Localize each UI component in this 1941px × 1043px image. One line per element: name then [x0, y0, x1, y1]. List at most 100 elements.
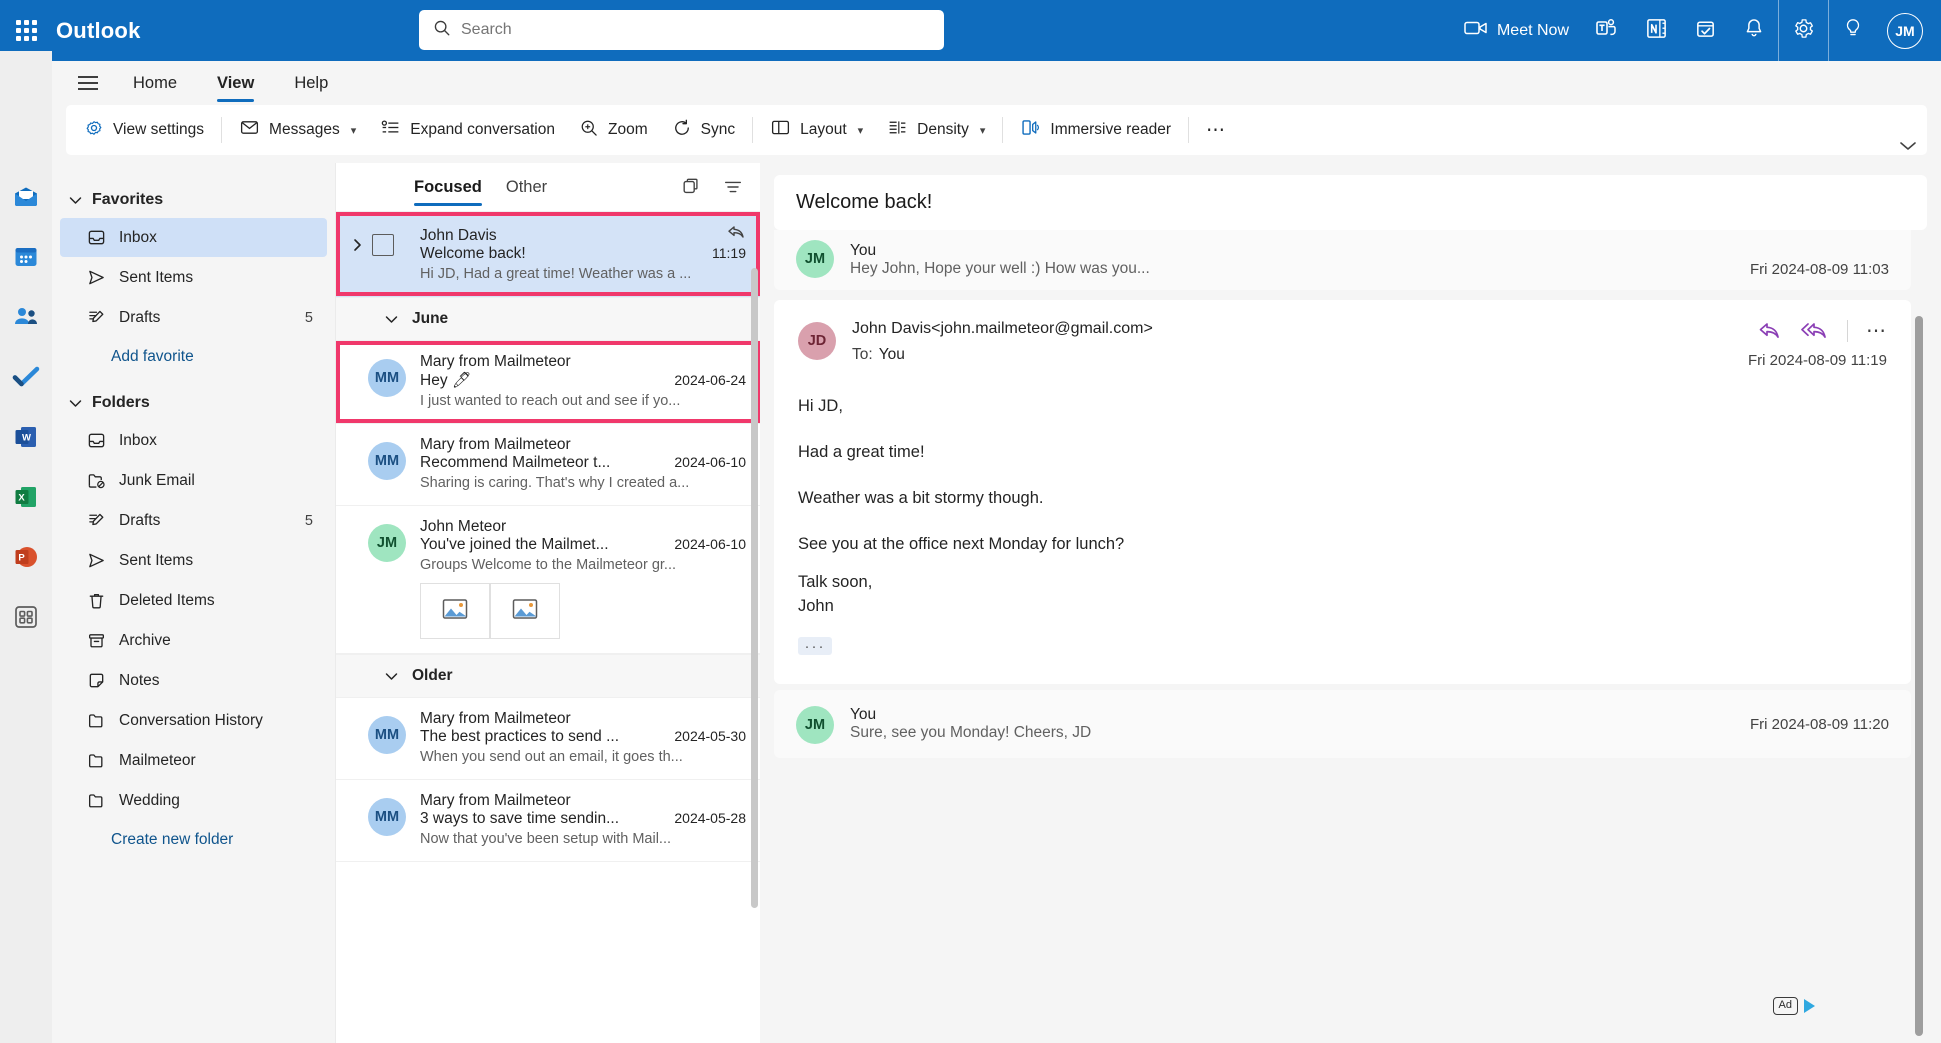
message-subject: Hey 🖊 [420, 372, 472, 389]
sidebar-item-junk-email[interactable]: Junk Email [60, 461, 327, 500]
messages-button[interactable]: Messages ▾ [227, 111, 368, 149]
sidebar-item-mailmeteor[interactable]: Mailmeteor [60, 741, 327, 780]
tab-help[interactable]: Help [277, 61, 345, 105]
people-app-icon [12, 303, 40, 336]
sidebar-item-deleted-items[interactable]: Deleted Items [60, 581, 327, 620]
rail-item-todo[interactable] [4, 357, 48, 401]
ribbon-collapse-icon[interactable] [1899, 139, 1917, 157]
density-button[interactable]: Density ▾ [875, 111, 997, 149]
chevron-right-icon[interactable] [350, 228, 366, 252]
more-actions-icon[interactable]: ⋯ [1866, 321, 1887, 341]
more-options-button[interactable]: ⋯ [1194, 111, 1238, 149]
sidebar-item-label: Deleted Items [119, 591, 215, 609]
list-section-header-june[interactable]: June [336, 297, 760, 341]
attachment-thumbnail[interactable] [420, 583, 490, 639]
list-item-message[interactable]: MM Mary from Mailmeteor The best practic… [336, 698, 760, 780]
chevron-down-icon: ▾ [979, 124, 986, 137]
message-content: Mary from Mailmeteor 3 ways to save time… [420, 792, 746, 847]
expand-conversation-button[interactable]: Expand conversation [368, 111, 567, 149]
message-action-buttons: ⋯ [1758, 320, 1887, 342]
rail-item-powerpoint[interactable]: P [4, 537, 48, 581]
ad-badge[interactable]: Ad [1772, 997, 1815, 1015]
sidebar-item-sent-items[interactable]: Sent Items [60, 541, 327, 580]
sidebar-item-drafts[interactable]: Drafts 5 [60, 501, 327, 540]
window-switch-icon[interactable] [680, 176, 702, 198]
message-subject-row: The best practices to send ... 2024-05-3… [420, 728, 746, 746]
expand-quoted-text-button[interactable]: ··· [798, 637, 832, 656]
tab-view[interactable]: View [200, 61, 271, 105]
message-body: Hi JD, Had a great time! Weather was a b… [798, 395, 1887, 658]
message-preview: Groups Welcome to the Mailmeteor gr... [420, 557, 677, 573]
tips-button[interactable] [1829, 0, 1877, 61]
teams-button[interactable] [1582, 0, 1632, 61]
list-section-header-older[interactable]: Older [336, 654, 760, 698]
notifications-button[interactable] [1730, 0, 1778, 61]
account-avatar[interactable]: JM [1887, 12, 1923, 49]
message-subject-row: 3 ways to save time sendin... 2024-05-28 [420, 810, 746, 828]
sidebar-item-archive[interactable]: Archive [60, 621, 327, 660]
rail-item-apps[interactable] [4, 597, 48, 641]
main-body: W X P Favorites Inbox Sent Items Drafts … [0, 51, 1941, 1043]
list-item-message[interactable]: JM John Meteor You've joined the Mailmet… [336, 506, 760, 654]
list-item-message[interactable]: John Davis Welcome back! 11:19 Hi JD, Ha… [336, 212, 760, 297]
sidebar-item-sent-favorite[interactable]: Sent Items [60, 258, 327, 297]
sidebar-item-notes[interactable]: Notes [60, 661, 327, 700]
expanded-message-header: JD John Davis<john.mailmeteor@gmail.com>… [798, 320, 1887, 369]
body-signature: John [798, 596, 834, 615]
attachment-thumbnail[interactable] [490, 583, 560, 639]
sidebar-item-label: Mailmeteor [119, 751, 196, 769]
expanded-message-actions: ⋯ Fri 2024-08-09 11:19 [1748, 320, 1887, 369]
sidebar-item-inbox-favorite[interactable]: Inbox [60, 218, 327, 257]
menu-hamburger-icon[interactable] [66, 61, 110, 105]
list-item-message[interactable]: MM Mary from Mailmeteor Hey 🖊 2024-06-24… [336, 341, 760, 424]
message-list-scrollbar[interactable] [751, 268, 758, 908]
sync-button[interactable]: Sync [660, 111, 747, 149]
reply-all-icon[interactable] [1801, 321, 1829, 341]
message-preview: Sharing is caring. That's why I created … [420, 475, 690, 491]
view-settings-icon [84, 118, 104, 143]
message-checkbox[interactable] [372, 234, 394, 256]
rail-item-people[interactable] [4, 297, 48, 341]
create-new-folder-link[interactable]: Create new folder [52, 821, 335, 859]
rail-item-calendar[interactable] [4, 237, 48, 281]
sidebar-item-wedding[interactable]: Wedding [60, 781, 327, 820]
image-attachment-icon [512, 598, 538, 625]
onenote-button[interactable] [1632, 0, 1681, 61]
filter-icon[interactable] [722, 176, 744, 198]
list-item-message[interactable]: MM Mary from Mailmeteor 3 ways to save t… [336, 780, 760, 862]
layout-button[interactable]: Layout ▾ [758, 111, 875, 149]
tab-other[interactable]: Other [506, 163, 547, 212]
density-icon [887, 117, 908, 143]
collapsed-message-sender: You [850, 242, 877, 259]
list-item-message[interactable]: MM Mary from Mailmeteor Recommend Mailme… [336, 424, 760, 506]
meet-now-button[interactable]: Meet Now [1451, 0, 1582, 61]
collapsed-message-top[interactable]: JM You Hey John, Hope your well :) How w… [774, 230, 1911, 290]
collapsed-message-bottom[interactable]: JM You Sure, see you Monday! Cheers, JD … [774, 690, 1911, 759]
favorites-group-header[interactable]: Favorites [52, 183, 335, 217]
body-paragraph: Had a great time! [798, 442, 925, 461]
view-settings-button[interactable]: View settings [72, 111, 216, 149]
search-input[interactable] [461, 21, 930, 39]
reading-pane-scrollbar[interactable] [1915, 316, 1923, 1036]
sidebar-item-conversation-history[interactable]: Conversation History [60, 701, 327, 740]
app-launcher-icon[interactable] [0, 20, 52, 41]
body-paragraph: Weather was a bit stormy though. [798, 488, 1044, 507]
search-box[interactable] [419, 10, 944, 50]
zoom-button[interactable]: Zoom [567, 111, 660, 149]
sidebar-item-inbox[interactable]: Inbox [60, 421, 327, 460]
list-header-actions [680, 176, 744, 198]
reply-icon[interactable] [1758, 321, 1783, 341]
add-favorite-link[interactable]: Add favorite [52, 338, 335, 376]
rail-item-excel[interactable]: X [4, 477, 48, 521]
message-content: Mary from Mailmeteor Recommend Mailmeteo… [420, 436, 746, 491]
tab-home[interactable]: Home [116, 61, 194, 105]
rail-item-mail[interactable] [4, 177, 48, 221]
settings-button[interactable] [1779, 0, 1828, 61]
sidebar-item-drafts-favorite[interactable]: Drafts 5 [60, 298, 327, 337]
tab-focused[interactable]: Focused [414, 163, 482, 212]
rail-item-word[interactable]: W [4, 417, 48, 461]
todo-button[interactable] [1681, 0, 1730, 61]
folders-group-header[interactable]: Folders [52, 386, 335, 420]
avatar: JM [368, 524, 406, 562]
immersive-reader-button[interactable]: Immersive reader [1008, 111, 1183, 149]
